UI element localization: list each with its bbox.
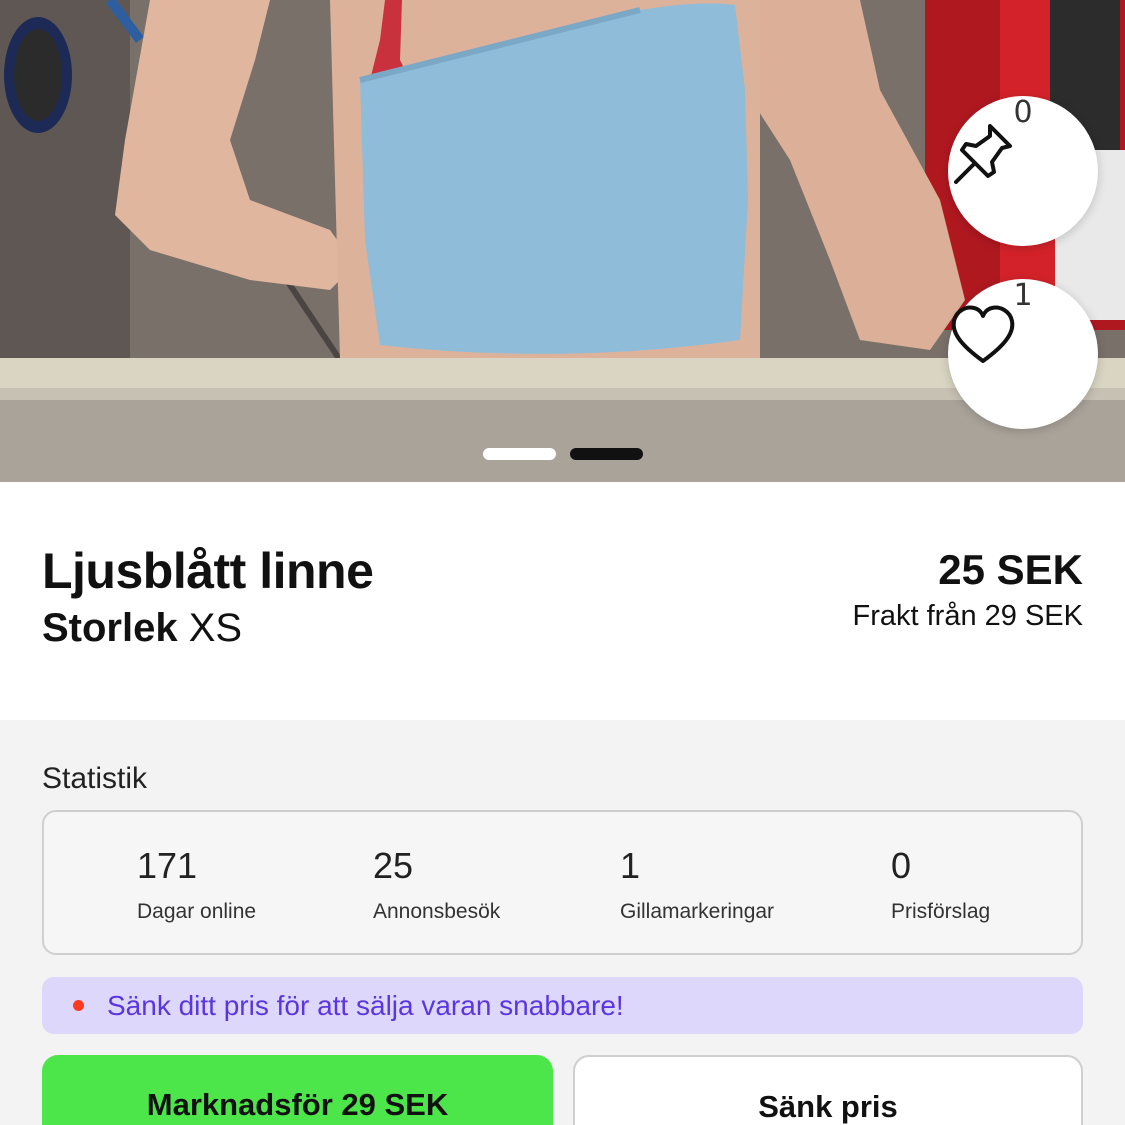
- stat-label: Gillamarkeringar: [620, 900, 775, 923]
- lower-price-button-label: Sänk pris: [758, 1089, 898, 1124]
- stats-box: 171 Dagar online 25 Annonsbesök 1 Gillam…: [42, 810, 1083, 955]
- carousel-dot[interactable]: [569, 448, 643, 460]
- product-photo[interactable]: 0 1: [0, 0, 1125, 482]
- stat-label: Annonsbesök: [373, 900, 501, 923]
- stats-heading: Statistik: [42, 762, 148, 795]
- carousel-indicator: [0, 448, 1125, 462]
- size-label: Storlek: [42, 606, 178, 650]
- pin-icon: [954, 124, 1012, 184]
- price-tip-text: Sänk ditt pris för att sälja varan snabb…: [107, 989, 624, 1021]
- stat-likes: 1 Gillamarkeringar: [620, 846, 774, 924]
- stat-value: 25: [373, 845, 414, 886]
- stat-value: 171: [137, 845, 198, 886]
- heart-icon: [951, 305, 1015, 363]
- stat-price-offers: 0 Prisförslag: [891, 846, 990, 924]
- promote-button-label: Marknadsför 29 SEK: [146, 1087, 449, 1122]
- listing-title: Ljusblått linne: [42, 543, 374, 599]
- price-tip-banner: Sänk ditt pris för att sälja varan snabb…: [42, 977, 1083, 1034]
- like-button[interactable]: 1: [948, 279, 1098, 429]
- size-line: Storlek XS: [42, 606, 242, 651]
- stat-value: 1: [620, 845, 641, 886]
- stat-listing-visits: 25 Annonsbesök: [373, 846, 500, 924]
- price: 25 SEK: [938, 546, 1083, 593]
- size-value: XS: [188, 606, 243, 650]
- product-photo-image: [0, 0, 1125, 482]
- listing-page: 0 1 Ljusblått linne Storlek XS 25 SEK Fr…: [0, 0, 1125, 1125]
- stat-value: 0: [891, 845, 912, 886]
- stat-label: Prisförslag: [891, 900, 991, 923]
- stat-days-online: 171 Dagar online: [137, 846, 256, 924]
- pin-button[interactable]: 0: [948, 96, 1098, 246]
- lower-price-button[interactable]: Sänk pris: [573, 1055, 1083, 1125]
- promote-button[interactable]: Marknadsför 29 SEK: [42, 1055, 553, 1125]
- shipping-price: Frakt från 29 SEK: [852, 600, 1084, 632]
- bullet-dot-icon: [73, 1000, 84, 1011]
- stat-label: Dagar online: [137, 900, 257, 923]
- carousel-dot-active[interactable]: [482, 448, 556, 460]
